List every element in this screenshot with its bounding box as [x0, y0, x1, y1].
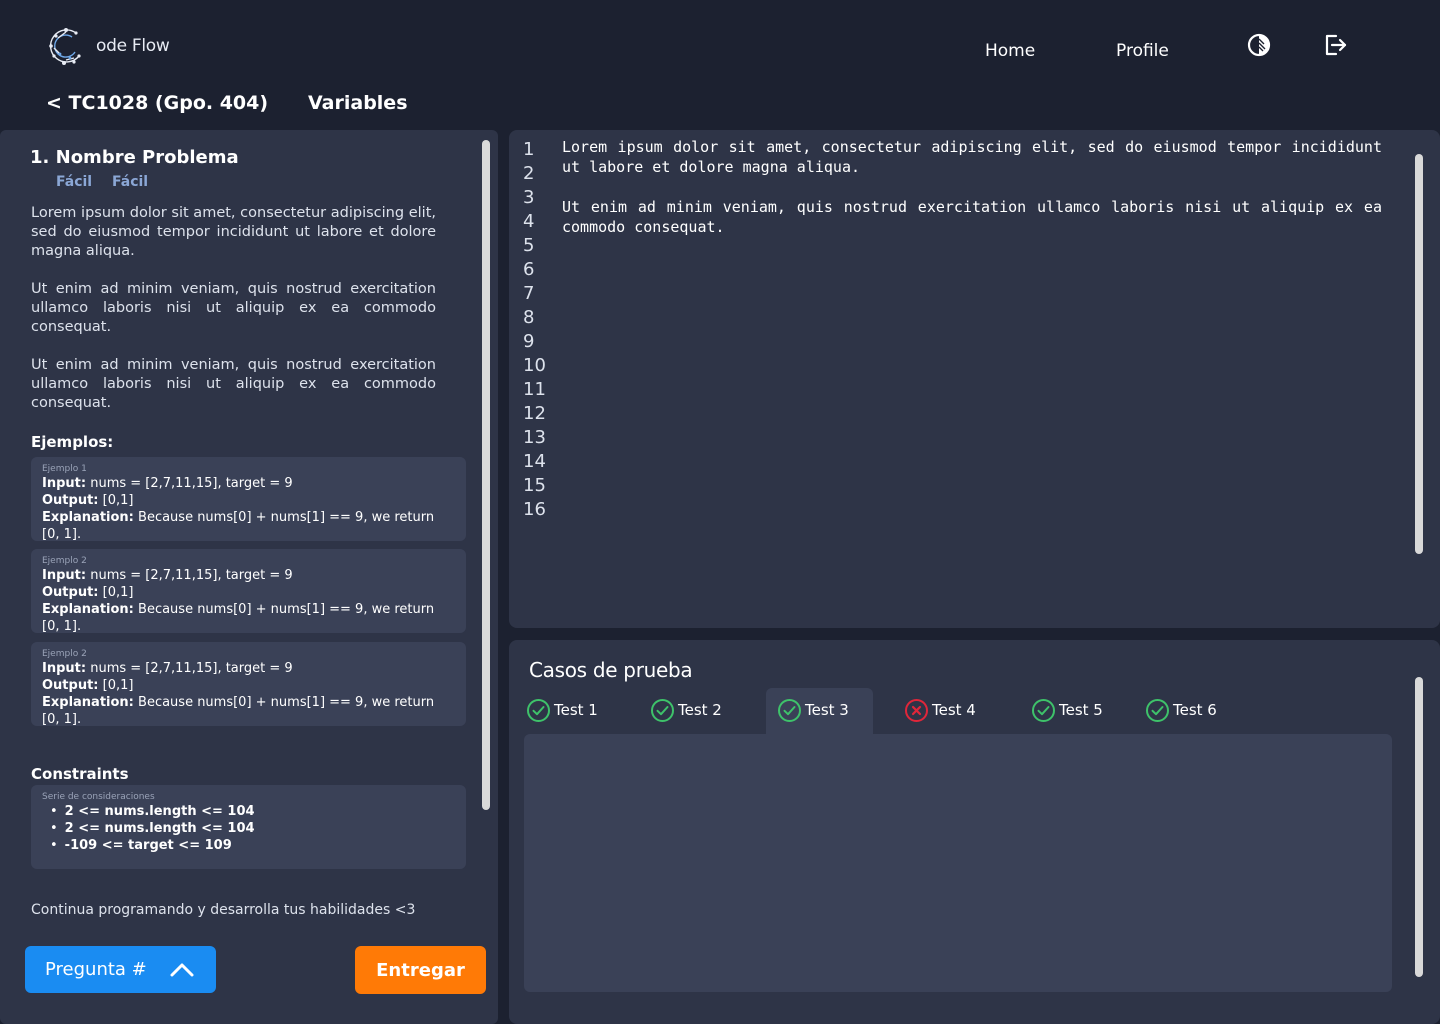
theme-toggle-icon[interactable] [1246, 32, 1272, 58]
problem-description: Lorem ipsum dolor sit amet, consectetur … [31, 205, 436, 259]
example-input: Input: nums = [2,7,11,15], target = 9 [42, 568, 293, 583]
chevron-up-icon [170, 963, 194, 976]
check-circle-icon [1032, 698, 1055, 722]
constraint-item: 2 <= nums.length <= 104 [50, 820, 455, 837]
tab-label: Test 5 [1059, 701, 1103, 719]
code-line[interactable]: Ut enim ad minim veniam, quis nostrud ex… [562, 197, 1382, 237]
line-number: 4 [523, 211, 535, 232]
line-number: 15 [523, 475, 546, 496]
motivation-text: Continua programando y desarrolla tus ha… [31, 902, 416, 918]
problem-description: Ut enim ad minim veniam, quis nostrud ex… [31, 281, 436, 335]
example-label: Ejemplo 2 [42, 556, 87, 566]
tab-label: Test 2 [678, 701, 722, 719]
tab-label: Test 4 [932, 701, 976, 719]
line-number: 1 [523, 139, 535, 160]
problem-scrollbar[interactable] [482, 140, 490, 810]
code-content[interactable]: Lorem ipsum dolor sit amet, consectetur … [562, 137, 1382, 237]
line-number: 12 [523, 403, 546, 424]
examples-heading: Ejemplos: [31, 433, 114, 451]
line-number: 2 [523, 163, 535, 184]
line-number: 3 [523, 187, 535, 208]
example-card: Ejemplo 2 Input: nums = [2,7,11,15], tar… [31, 549, 466, 634]
page-title: Variables [308, 92, 408, 114]
example-explanation: Explanation: Because nums[0] + nums[1] =… [42, 695, 435, 727]
editor-scrollbar[interactable] [1415, 154, 1423, 554]
check-circle-icon [651, 698, 674, 722]
x-circle-icon [905, 698, 928, 722]
example-explanation: Explanation: Because nums[0] + nums[1] =… [42, 510, 435, 542]
example-input: Input: nums = [2,7,11,15], target = 9 [42, 661, 293, 676]
problem-description: Ut enim ad minim veniam, quis nostrud ex… [31, 357, 436, 411]
tab-test-6[interactable]: Test 6 [1145, 697, 1217, 723]
line-number: 9 [523, 331, 535, 352]
nav-profile[interactable]: Profile [1116, 41, 1169, 61]
example-output: Output: [0,1] [42, 678, 134, 693]
line-number: 5 [523, 235, 535, 256]
line-number: 11 [523, 379, 546, 400]
line-number: 10 [523, 355, 546, 376]
test-cases-title: Casos de prueba [529, 658, 693, 682]
line-number-gutter: 1 2 3 4 5 6 7 8 9 10 11 12 13 14 15 16 [523, 138, 553, 522]
example-label: Ejemplo 1 [42, 464, 87, 474]
question-select-button[interactable]: Pregunta # [25, 946, 216, 993]
constraint-item: -109 <= target <= 109 [50, 837, 455, 854]
constraints-card: Serie de consideraciones 2 <= nums.lengt… [31, 785, 466, 869]
app-logo[interactable]: ode Flow [46, 24, 170, 68]
example-output: Output: [0,1] [42, 493, 134, 508]
tab-label: Test 1 [554, 701, 598, 719]
example-input: Input: nums = [2,7,11,15], target = 9 [42, 476, 293, 491]
tab-test-2[interactable]: Test 2 [650, 697, 722, 723]
line-number: 7 [523, 283, 535, 304]
tab-label: Test 6 [1173, 701, 1217, 719]
line-number: 13 [523, 427, 546, 448]
example-card: Ejemplo 2 Input: nums = [2,7,11,15], tar… [31, 642, 466, 727]
tab-label: Test 3 [805, 701, 849, 719]
tab-test-1[interactable]: Test 1 [526, 697, 598, 723]
line-number: 16 [523, 499, 546, 520]
example-card: Ejemplo 1 Input: nums = [2,7,11,15], tar… [31, 457, 466, 542]
line-number: 6 [523, 259, 535, 280]
app-name: ode Flow [96, 36, 170, 56]
difficulty-badge: Fácil [112, 174, 149, 190]
nav-home[interactable]: Home [985, 41, 1035, 61]
tests-scrollbar[interactable] [1415, 677, 1423, 977]
code-line[interactable]: Lorem ipsum dolor sit amet, consectetur … [562, 137, 1382, 177]
difficulty-badge: Fácil [56, 174, 93, 190]
constraints-heading: Constraints [31, 765, 129, 783]
tab-test-3[interactable]: Test 3 [777, 697, 849, 723]
tab-test-5[interactable]: Test 5 [1031, 697, 1103, 723]
question-button-label: Pregunta # [45, 959, 147, 980]
line-number: 14 [523, 451, 546, 472]
breadcrumb-course[interactable]: < TC1028 (Gpo. 404) [46, 92, 268, 114]
test-output-area [524, 734, 1392, 992]
example-label: Ejemplo 2 [42, 649, 87, 659]
constraints-label: Serie de consideraciones [42, 792, 155, 802]
check-circle-icon [1146, 698, 1169, 722]
check-circle-icon [527, 698, 550, 722]
check-circle-icon [778, 698, 801, 722]
example-output: Output: [0,1] [42, 585, 134, 600]
logout-icon[interactable] [1322, 32, 1348, 58]
submit-button[interactable]: Entregar [355, 946, 486, 994]
logo-icon [49, 28, 81, 65]
constraint-item: 2 <= nums.length <= 104 [50, 803, 455, 820]
example-explanation: Explanation: Because nums[0] + nums[1] =… [42, 602, 435, 634]
constraints-list: 2 <= nums.length <= 104 2 <= nums.length… [42, 803, 455, 854]
problem-title: 1. Nombre Problema [30, 147, 239, 168]
line-number: 8 [523, 307, 535, 328]
tab-test-4[interactable]: Test 4 [904, 697, 976, 723]
